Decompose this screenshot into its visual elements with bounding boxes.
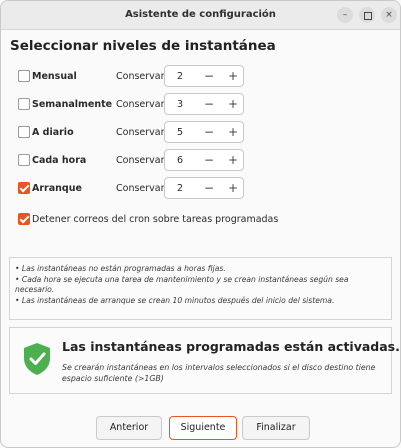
daily-spinner[interactable]: 5 − + [164, 121, 244, 143]
maximize-button[interactable] [359, 7, 375, 23]
close-button[interactable]: × [381, 7, 397, 23]
monthly-increment-button[interactable]: + [221, 66, 245, 86]
hourly-increment-button[interactable]: + [221, 150, 245, 170]
stop-cron-email-label[interactable]: Detener correos del cron sobre tareas pr… [32, 214, 278, 225]
daily-value[interactable]: 5 [177, 127, 183, 138]
weekly-keep-label: Conservar [116, 99, 165, 110]
weekly-value[interactable]: 3 [177, 99, 183, 110]
title-bar[interactable]: Asistente de configuración – × [1, 1, 400, 30]
daily-checkbox[interactable] [18, 126, 30, 138]
minimize-button[interactable]: – [337, 7, 353, 23]
monthly-label[interactable]: Mensual [32, 71, 77, 82]
weekly-decrement-button[interactable]: − [197, 94, 221, 114]
boot-label[interactable]: Arranque [32, 183, 82, 194]
boot-value[interactable]: 2 [177, 183, 183, 194]
boot-increment-button[interactable]: + [221, 178, 245, 198]
hourly-spinner[interactable]: 6 − + [164, 149, 244, 171]
monthly-decrement-button[interactable]: − [197, 66, 221, 86]
boot-keep-label: Conservar [116, 183, 165, 194]
hourly-checkbox[interactable] [18, 154, 30, 166]
daily-keep-label: Conservar [116, 127, 165, 138]
info-notes: • Las instantáneas no están programadas … [9, 257, 392, 320]
finish-button[interactable]: Finalizar [242, 416, 310, 440]
next-button[interactable]: Siguiente [169, 416, 237, 440]
note-item: • Las instantáneas de arranque se crean … [15, 295, 335, 305]
boot-decrement-button[interactable]: − [197, 178, 221, 198]
weekly-spinner[interactable]: 3 − + [164, 93, 244, 115]
level-row-weekly: Semanalmente Conservar 3 − + [18, 93, 248, 115]
boot-spinner[interactable]: 2 − + [164, 177, 244, 199]
status-description: Se crearán instantáneas en los intervalo… [62, 363, 376, 383]
hourly-value[interactable]: 6 [177, 155, 183, 166]
note-item: • Las instantáneas no están programadas … [15, 264, 226, 273]
note-item: • Cada hora se ejecuta una tarea de mant… [15, 274, 349, 295]
stop-cron-email-row: Detener correos del cron sobre tareas pr… [18, 213, 318, 227]
level-row-hourly: Cada hora Conservar 6 − + [18, 149, 248, 171]
previous-button[interactable]: Anterior [96, 416, 162, 440]
monthly-value[interactable]: 2 [177, 71, 183, 82]
stop-cron-email-checkbox[interactable] [18, 213, 30, 225]
status-panel: Las instantáneas programadas están activ… [9, 327, 400, 394]
page-heading: Seleccionar niveles de instantánea [10, 38, 276, 54]
weekly-checkbox[interactable] [18, 98, 30, 110]
hourly-decrement-button[interactable]: − [197, 150, 221, 170]
weekly-label[interactable]: Semanalmente [32, 99, 112, 110]
level-row-daily: A diario Conservar 5 − + [18, 121, 248, 143]
boot-checkbox[interactable] [18, 182, 30, 194]
status-title: Las instantáneas programadas están activ… [62, 339, 400, 354]
monthly-spinner[interactable]: 2 − + [164, 65, 244, 87]
monthly-checkbox[interactable] [18, 70, 30, 82]
daily-label[interactable]: A diario [32, 127, 74, 138]
hourly-keep-label: Conservar [116, 155, 165, 166]
setup-wizard-window: Asistente de configuración – × Seleccion… [0, 0, 401, 448]
monthly-keep-label: Conservar [116, 71, 165, 82]
level-row-boot: Arranque Conservar 2 − + [18, 177, 248, 199]
hourly-label[interactable]: Cada hora [32, 155, 86, 166]
weekly-increment-button[interactable]: + [221, 94, 245, 114]
shield-check-icon [24, 343, 50, 375]
daily-decrement-button[interactable]: − [197, 122, 221, 142]
daily-increment-button[interactable]: + [221, 122, 245, 142]
level-row-monthly: Mensual Conservar 2 − + [18, 65, 248, 87]
